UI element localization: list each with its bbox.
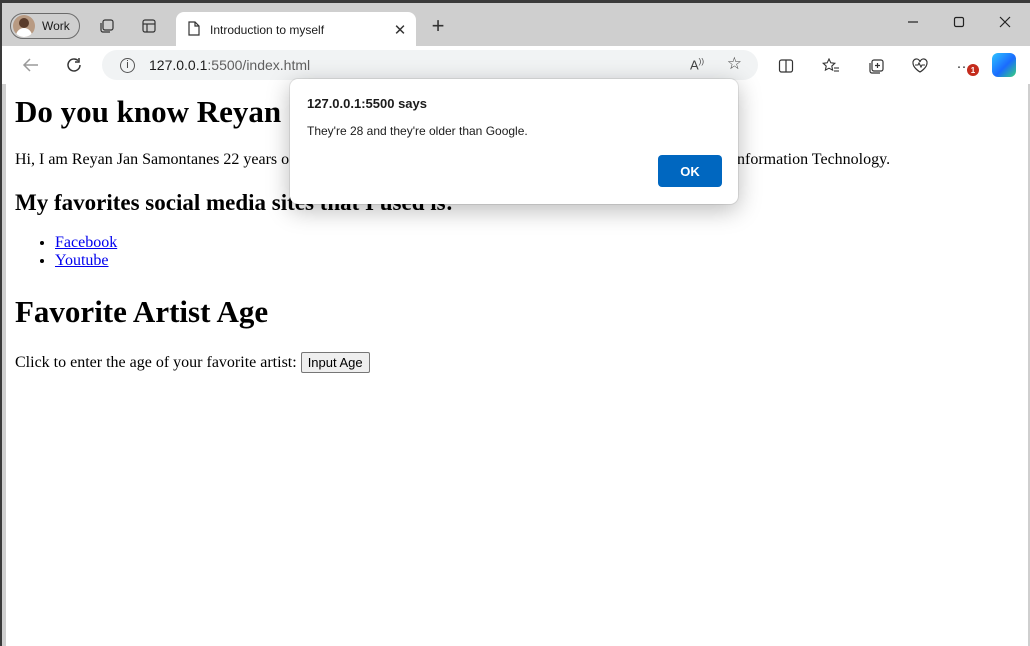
list-item: Youtube bbox=[55, 252, 117, 270]
ok-button[interactable]: OK bbox=[658, 155, 722, 187]
social-list: Facebook Youtube bbox=[15, 234, 117, 270]
avatar bbox=[13, 15, 35, 37]
workspaces-icon[interactable] bbox=[97, 16, 117, 36]
collections-icon[interactable] bbox=[866, 56, 886, 76]
favorite-star-icon[interactable]: ☆ bbox=[727, 54, 742, 74]
artist-prompt: Click to enter the age of your favorite … bbox=[15, 352, 370, 373]
minimize-icon[interactable] bbox=[890, 11, 936, 33]
intro-end: nformation Technology. bbox=[737, 151, 891, 168]
dialog-title: 127.0.0.1:5500 says bbox=[307, 96, 427, 111]
refresh-icon[interactable] bbox=[64, 55, 84, 75]
read-aloud-icon[interactable]: A)) bbox=[690, 57, 704, 72]
page-title: Do you know Reyan bbox=[15, 94, 282, 129]
youtube-link[interactable]: Youtube bbox=[55, 252, 109, 269]
maximize-icon[interactable] bbox=[936, 11, 982, 33]
split-screen-icon[interactable] bbox=[776, 56, 796, 76]
address-host: 127.0.0.1 bbox=[149, 57, 208, 73]
address-bar[interactable]: i 127.0.0.1:5500/index.html A)) ☆ bbox=[102, 50, 758, 80]
document-icon bbox=[188, 20, 200, 39]
input-age-button[interactable]: Input Age bbox=[300, 352, 370, 373]
info-icon[interactable]: i bbox=[120, 57, 135, 73]
prompt-text: Click to enter the age of your favorite … bbox=[15, 353, 297, 371]
address-path: :5500/index.html bbox=[207, 57, 311, 73]
list-item: Facebook bbox=[55, 234, 117, 252]
close-window-icon[interactable] bbox=[982, 11, 1028, 33]
copilot-icon[interactable] bbox=[992, 53, 1016, 77]
artist-heading: Favorite Artist Age bbox=[15, 294, 269, 329]
profile-label: Work bbox=[42, 19, 70, 33]
facebook-link[interactable]: Facebook bbox=[55, 234, 117, 251]
new-tab-button[interactable]: + bbox=[426, 15, 450, 37]
title-bar: Work Introduction to myself ✕ + bbox=[2, 3, 1030, 47]
tab-active[interactable]: Introduction to myself ✕ bbox=[176, 12, 416, 47]
notification-badge: 1 bbox=[967, 64, 979, 76]
profile-button[interactable]: Work bbox=[10, 13, 80, 39]
browser-essentials-icon[interactable] bbox=[910, 56, 930, 76]
back-icon[interactable] bbox=[21, 55, 41, 75]
dialog-message: They're 28 and they're older than Google… bbox=[307, 124, 528, 138]
tab-title: Introduction to myself bbox=[210, 22, 325, 37]
tab-actions-icon[interactable] bbox=[139, 16, 159, 36]
intro-start: Hi, I am Reyan Jan Samontanes 22 years o bbox=[15, 151, 290, 168]
tab-close-icon[interactable]: ✕ bbox=[388, 21, 412, 39]
social-heading-start: My favorites social media s bbox=[15, 190, 281, 215]
favorites-icon[interactable] bbox=[821, 56, 841, 76]
alert-dialog: 127.0.0.1:5500 says They're 28 and they'… bbox=[290, 79, 738, 204]
intro-text: Hi, I am Reyan Jan Samontanes 22 years o bbox=[15, 151, 289, 169]
